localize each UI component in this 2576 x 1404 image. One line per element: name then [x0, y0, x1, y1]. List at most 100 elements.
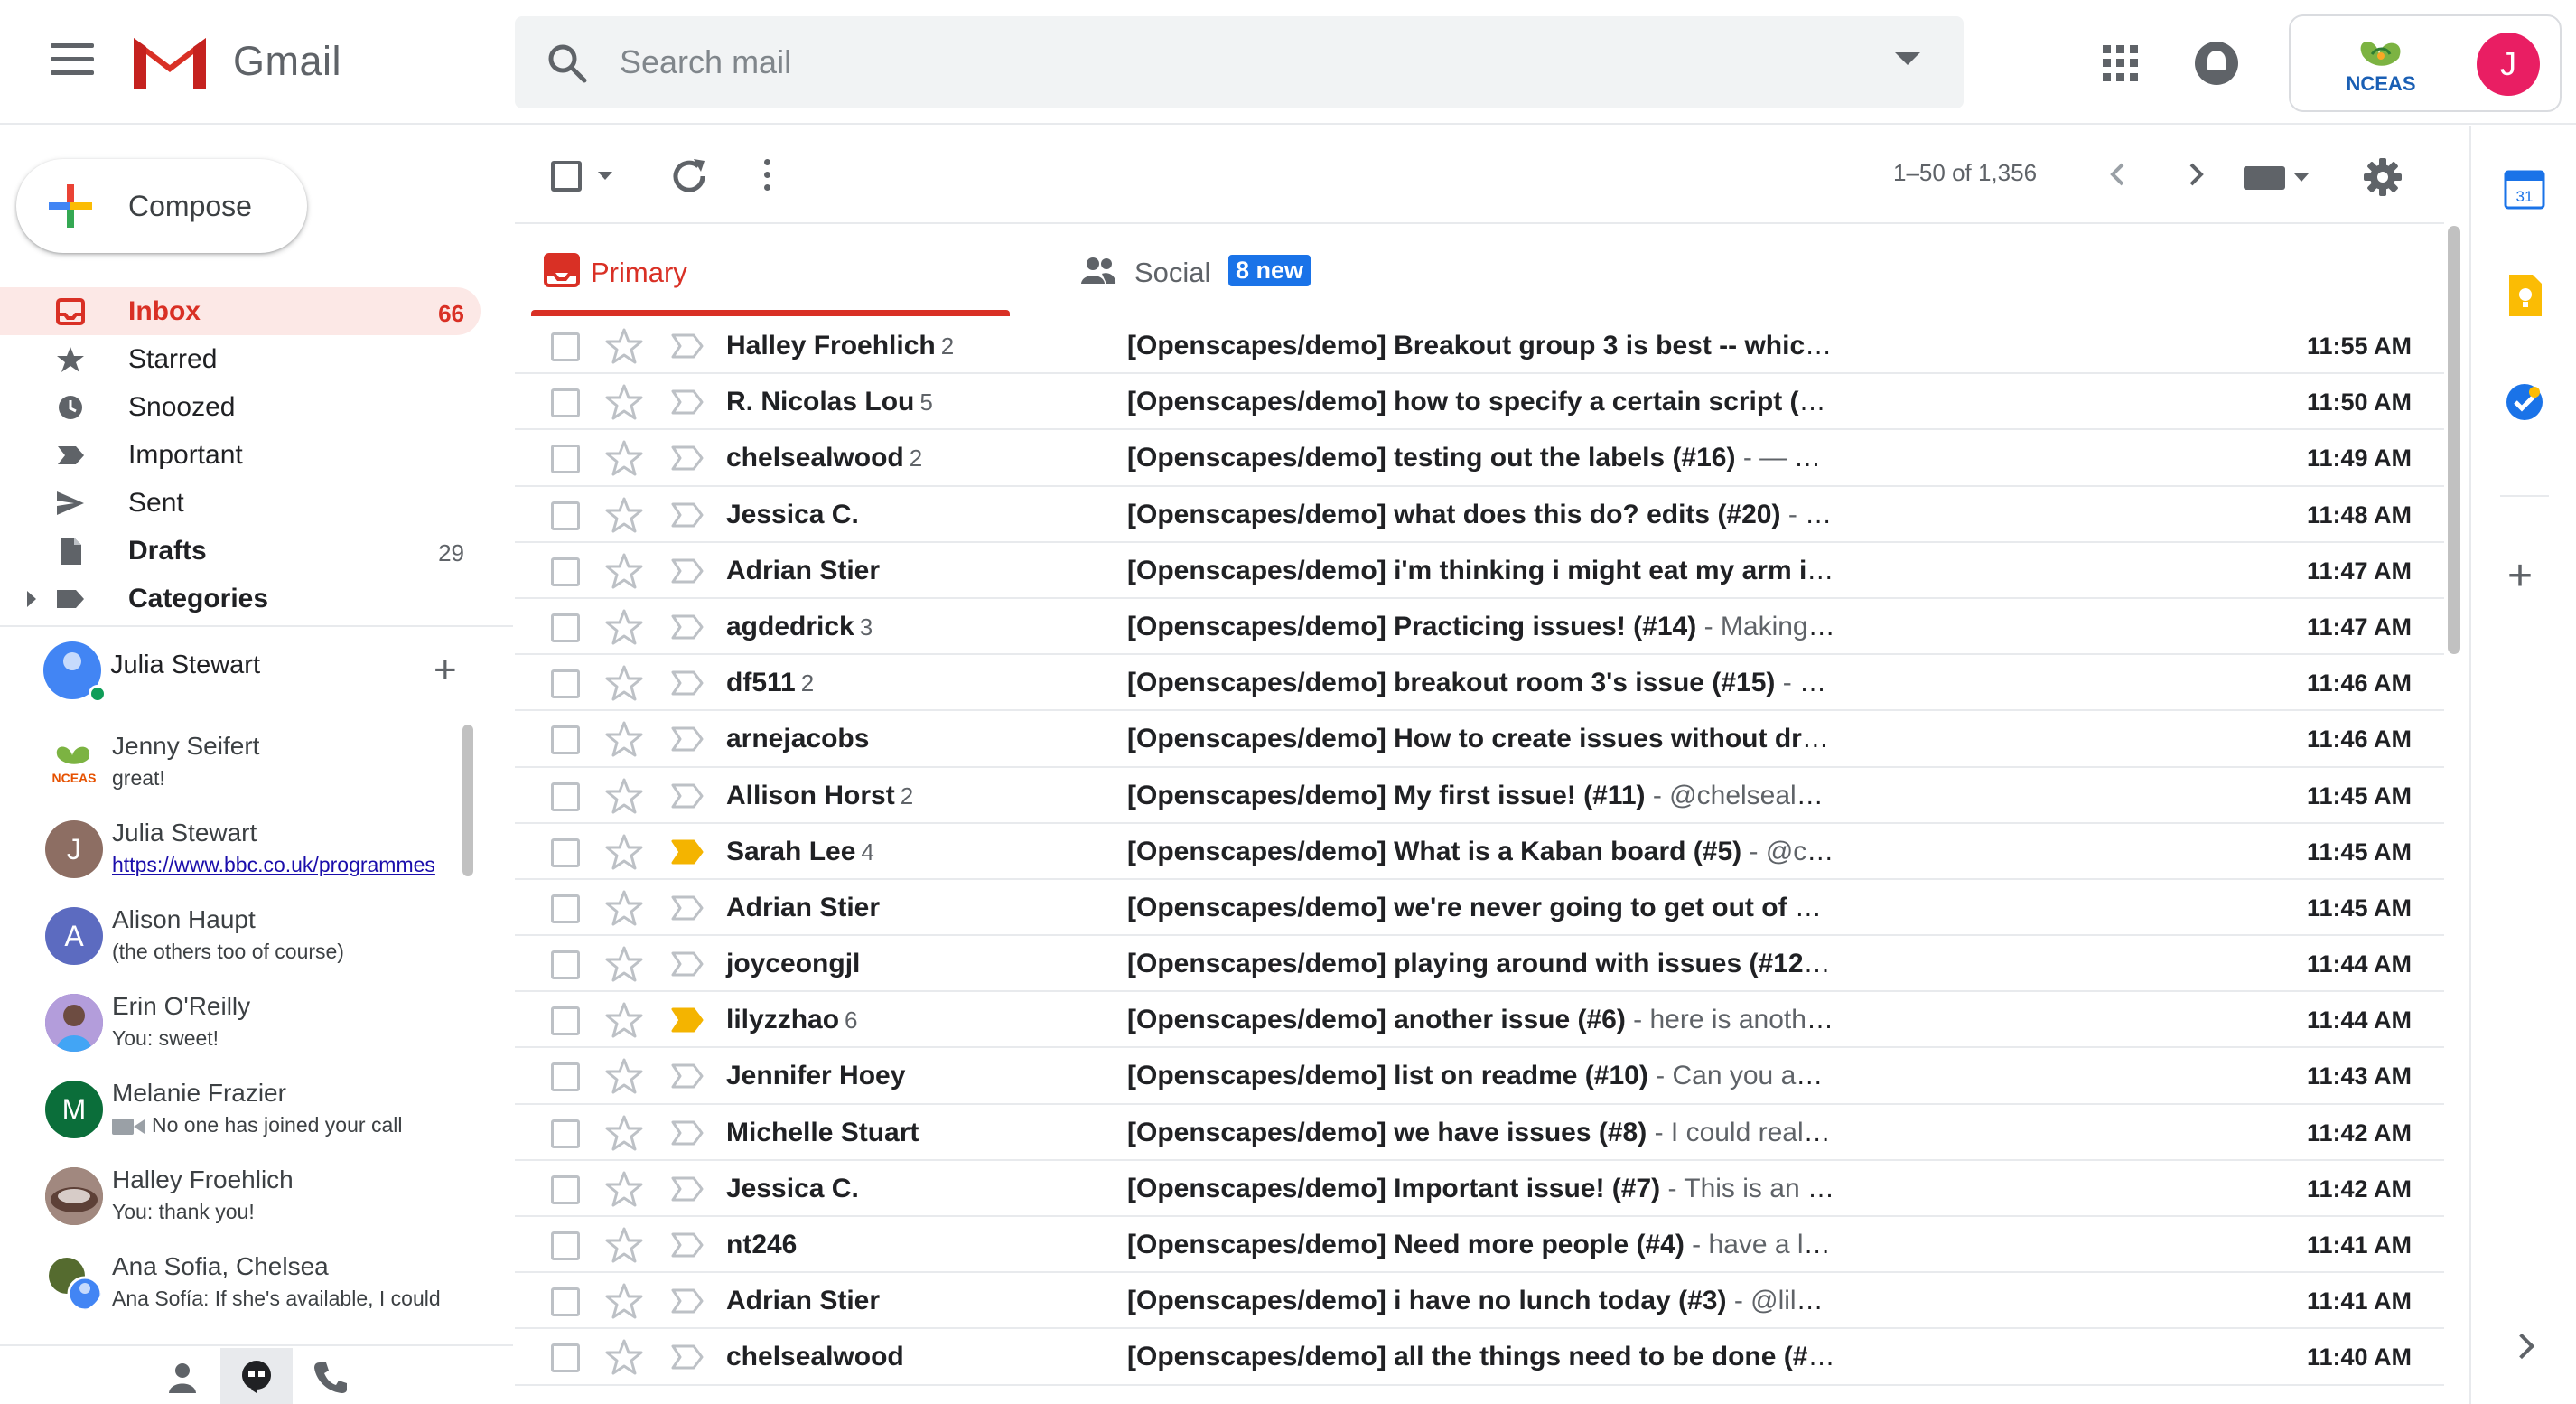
account-switcher[interactable]: NCEAS J [2289, 14, 2562, 112]
star-toggle-icon[interactable] [605, 1170, 643, 1208]
row-checkbox[interactable] [551, 1231, 580, 1260]
contact-item[interactable]: NCEAS Jenny Seifert great! [0, 721, 470, 808]
next-page-icon[interactable] [2182, 161, 2209, 188]
row-checkbox[interactable] [551, 1006, 580, 1036]
row-checkbox[interactable] [551, 894, 580, 923]
importance-marker-icon[interactable] [670, 950, 705, 978]
importance-marker-icon[interactable] [670, 557, 705, 585]
nav-item-sent[interactable]: Sent [0, 479, 481, 527]
row-checkbox[interactable] [551, 950, 580, 980]
expand-panel-chevron-icon[interactable] [2508, 1333, 2535, 1360]
row-checkbox[interactable] [551, 725, 580, 755]
search-icon[interactable] [547, 43, 587, 83]
row-checkbox[interactable] [551, 1175, 580, 1204]
row-checkbox[interactable] [551, 1062, 580, 1092]
importance-marker-icon[interactable] [670, 669, 705, 697]
tab-primary[interactable]: Primary [531, 224, 1010, 316]
importance-marker-icon[interactable] [670, 1175, 705, 1203]
contact-item[interactable]: A Alison Haupt (the others too of course… [0, 894, 470, 981]
nav-item-drafts[interactable]: Drafts 29 [0, 527, 481, 575]
search-bar[interactable] [515, 16, 1964, 108]
select-options-caret-icon[interactable] [598, 172, 612, 180]
get-addons-icon[interactable]: + [2507, 555, 2533, 598]
email-row[interactable]: lilyzzhao 6 [Openscapes/demo] another issu… [515, 992, 2444, 1049]
keep-notes-icon[interactable] [2500, 271, 2549, 320]
email-row[interactable]: Jessica C. [Openscapes/demo] Important is… [515, 1161, 2444, 1217]
gmail-logo-icon[interactable] [130, 33, 210, 92]
star-toggle-icon[interactable] [605, 1057, 643, 1095]
email-row[interactable]: Adrian Stier [Openscapes/demo] i'm thinki… [515, 543, 2444, 599]
star-toggle-icon[interactable] [605, 1114, 643, 1152]
importance-marker-icon[interactable] [670, 782, 705, 810]
expand-arrow-icon[interactable] [27, 591, 36, 607]
row-checkbox[interactable] [551, 445, 580, 474]
email-row[interactable]: Halley Froehlich 2 [Openscapes/demo] Break… [515, 318, 2444, 375]
search-input[interactable] [620, 38, 1830, 87]
importance-marker-icon[interactable] [670, 1231, 705, 1259]
input-tools-keyboard-icon[interactable] [2244, 166, 2285, 190]
row-checkbox[interactable] [551, 332, 580, 361]
contact-item[interactable]: Ana Sofia, Chelsea Ana Sofía: If she's a… [0, 1241, 470, 1328]
contact-last-message-link[interactable]: https://www.bbc.co.uk/programmes [112, 853, 455, 877]
search-options-caret-icon[interactable] [1895, 52, 1920, 65]
hangouts-user[interactable]: Julia Stewart + [0, 632, 513, 714]
email-row[interactable]: nt246 [Openscapes/demo] Need more people … [515, 1217, 2444, 1274]
row-checkbox[interactable] [551, 1343, 580, 1373]
star-toggle-icon[interactable] [605, 833, 643, 871]
more-options-icon[interactable] [764, 159, 771, 192]
contact-item[interactable]: Erin O'Reilly You: sweet! [0, 981, 470, 1068]
nav-item-categories[interactable]: Categories [0, 575, 481, 622]
notifications-icon[interactable] [2195, 42, 2238, 85]
contact-item[interactable]: J Julia Stewart https://www.bbc.co.uk/pr… [0, 808, 470, 894]
row-checkbox[interactable] [551, 613, 580, 642]
email-row[interactable]: chelsealwood 2 [Openscapes/demo] testing o… [515, 430, 2444, 487]
nav-item-inbox[interactable]: Inbox 66 [0, 287, 481, 335]
conversations-tab[interactable] [220, 1348, 293, 1404]
star-toggle-icon[interactable] [605, 383, 643, 421]
calendar-icon[interactable]: 31 [2500, 164, 2549, 213]
importance-marker-icon[interactable] [670, 1343, 705, 1371]
star-toggle-icon[interactable] [605, 720, 643, 758]
email-list-scrollbar[interactable] [2448, 226, 2460, 654]
email-row[interactable]: df511 2 [Openscapes/demo] breakout room 3'… [515, 655, 2444, 712]
email-row[interactable]: agdedrick 3 [Openscapes/demo] Practicing i… [515, 599, 2444, 656]
email-row[interactable]: Jessica C. [Openscapes/demo] what does th… [515, 487, 2444, 543]
star-toggle-icon[interactable] [605, 496, 643, 534]
email-row[interactable]: joyceongjl [Openscapes/demo] playing arou… [515, 936, 2444, 993]
email-row[interactable]: Michelle Stuart [Openscapes/demo] we have… [515, 1105, 2444, 1161]
importance-marker-icon[interactable] [670, 1006, 705, 1034]
star-toggle-icon[interactable] [605, 552, 643, 590]
row-checkbox[interactable] [551, 388, 580, 418]
row-checkbox[interactable] [551, 557, 580, 586]
nav-item-starred[interactable]: Starred [0, 335, 481, 383]
email-row[interactable]: Allison Horst 2 [Openscapes/demo] My first… [515, 768, 2444, 824]
importance-marker-icon[interactable] [670, 1119, 705, 1147]
star-toggle-icon[interactable] [605, 777, 643, 815]
importance-marker-icon[interactable] [670, 501, 705, 529]
row-checkbox[interactable] [551, 782, 580, 811]
phone-icon[interactable] [313, 1359, 349, 1395]
previous-page-icon[interactable] [2105, 161, 2132, 188]
email-row[interactable]: arnejacobs [Openscapes/demo] How to creat… [515, 711, 2444, 768]
star-toggle-icon[interactable] [605, 608, 643, 646]
apps-grid-icon[interactable] [2103, 45, 2139, 81]
email-row[interactable]: Sarah Lee 4 [Openscapes/demo] What is a Ka… [515, 824, 2444, 880]
email-row[interactable]: R. Nicolas Lou 5 [Openscapes/demo] how to … [515, 374, 2444, 431]
star-toggle-icon[interactable] [605, 1338, 643, 1376]
importance-marker-icon[interactable] [670, 445, 705, 472]
star-toggle-icon[interactable] [605, 1001, 643, 1039]
account-avatar[interactable]: J [2477, 33, 2540, 96]
importance-marker-icon[interactable] [670, 1287, 705, 1315]
select-all-checkbox[interactable] [551, 161, 582, 192]
importance-marker-icon[interactable] [670, 388, 705, 416]
email-row[interactable]: Adrian Stier [Openscapes/demo] i have no … [515, 1273, 2444, 1330]
row-checkbox[interactable] [551, 1287, 580, 1317]
star-toggle-icon[interactable] [605, 439, 643, 477]
email-row[interactable]: chelsealwood [Openscapes/demo] all the th… [515, 1329, 2444, 1386]
tab-social[interactable]: Social 8 new [1048, 224, 1409, 316]
importance-marker-icon[interactable] [670, 894, 705, 922]
row-checkbox[interactable] [551, 1119, 580, 1148]
importance-marker-icon[interactable] [670, 838, 705, 866]
star-toggle-icon[interactable] [605, 664, 643, 702]
settings-gear-icon[interactable] [2363, 157, 2403, 197]
